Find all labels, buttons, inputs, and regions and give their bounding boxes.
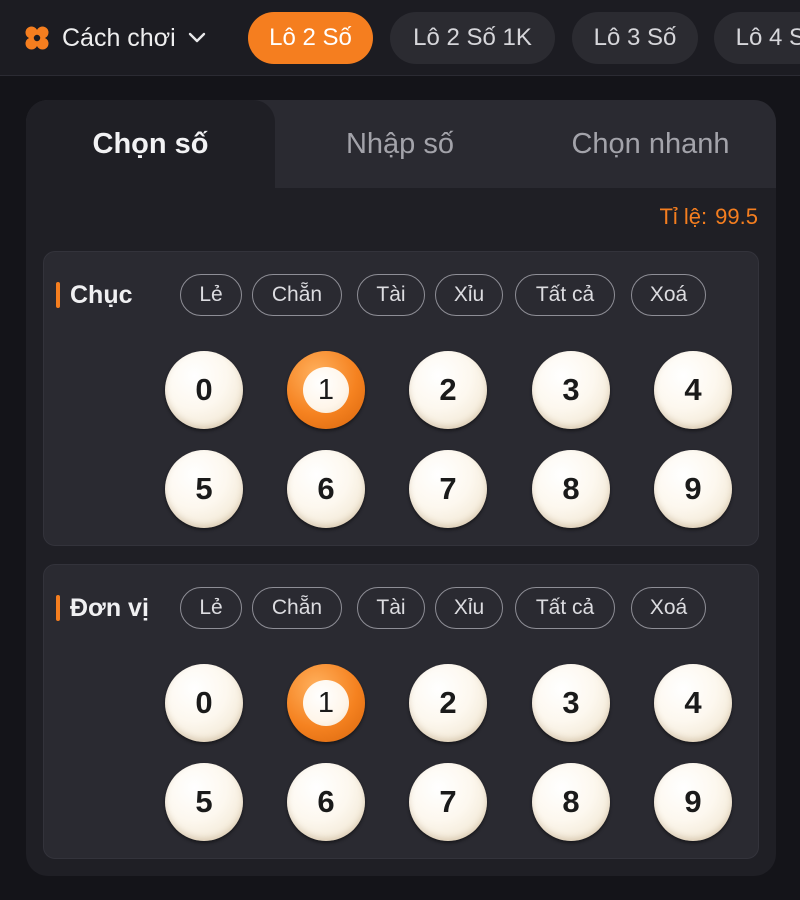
number-ball-0[interactable]: 0 bbox=[165, 664, 243, 742]
ball-number: 1 bbox=[303, 680, 349, 726]
number-ball-7[interactable]: 7 bbox=[409, 450, 487, 528]
top-bar: Cách chơi Lô 2 Số Lô 2 Số 1K Lô 3 Số Lô … bbox=[0, 0, 800, 76]
section-title: Đơn vị bbox=[56, 593, 149, 623]
bet-type-lo-2-so[interactable]: Lô 2 Số bbox=[248, 12, 373, 64]
number-ball-4[interactable]: 4 bbox=[654, 351, 732, 429]
filter-xoa-button[interactable]: Xoá bbox=[631, 587, 706, 629]
input-mode-tabs: Chọn số Nhập số Chọn nhanh bbox=[26, 100, 776, 188]
filter-tat-ca-button[interactable]: Tất cả bbox=[515, 587, 615, 629]
filter-tai-button[interactable]: Tài bbox=[357, 587, 425, 629]
number-ball-6[interactable]: 6 bbox=[287, 763, 365, 841]
odds-value: 99.5 bbox=[715, 204, 758, 229]
ball-number: 1 bbox=[303, 367, 349, 413]
section-title: Chục bbox=[56, 280, 133, 310]
number-ball-9[interactable]: 9 bbox=[654, 450, 732, 528]
tab-chon-nhanh[interactable]: Chọn nhanh bbox=[525, 100, 776, 188]
section-title-text: Chục bbox=[70, 280, 133, 309]
tab-chon-so[interactable]: Chọn số bbox=[26, 100, 275, 188]
number-ball-8[interactable]: 8 bbox=[532, 450, 610, 528]
accent-bar bbox=[56, 595, 60, 621]
number-ball-5[interactable]: 5 bbox=[165, 450, 243, 528]
number-ball-2[interactable]: 2 bbox=[409, 664, 487, 742]
number-picker-card: Chọn số Nhập số Chọn nhanh Tỉ lệ: 99.5 C… bbox=[26, 100, 776, 876]
number-ball-3[interactable]: 3 bbox=[532, 351, 610, 429]
bet-type-lo-2-so-1k[interactable]: Lô 2 Số 1K bbox=[390, 12, 555, 64]
number-ball-7[interactable]: 7 bbox=[409, 763, 487, 841]
number-ball-5[interactable]: 5 bbox=[165, 763, 243, 841]
how-to-play-label: Cách chơi bbox=[62, 23, 176, 52]
filter-chan-button[interactable]: Chẵn bbox=[252, 274, 342, 316]
filter-le-button[interactable]: Lẻ bbox=[180, 587, 242, 629]
number-ball-2[interactable]: 2 bbox=[409, 351, 487, 429]
how-to-play-dropdown[interactable]: Cách chơi bbox=[24, 20, 206, 56]
filter-tat-ca-button[interactable]: Tất cả bbox=[515, 274, 615, 316]
odds-display: Tỉ lệ: 99.5 bbox=[659, 204, 758, 230]
filter-xiu-button[interactable]: Xỉu bbox=[435, 587, 503, 629]
section-chuc: Chục Lẻ Chẵn Tài Xỉu Tất cả Xoá 0 1 2 3 … bbox=[43, 251, 759, 546]
number-ball-4[interactable]: 4 bbox=[654, 664, 732, 742]
number-ball-0[interactable]: 0 bbox=[165, 351, 243, 429]
clover-logo-icon bbox=[25, 26, 49, 50]
number-ball-3[interactable]: 3 bbox=[532, 664, 610, 742]
number-ball-8[interactable]: 8 bbox=[532, 763, 610, 841]
bet-type-lo-3-so[interactable]: Lô 3 Số bbox=[572, 12, 698, 64]
tab-nhap-so[interactable]: Nhập số bbox=[275, 100, 525, 188]
number-ball-1[interactable]: 1 bbox=[287, 351, 365, 429]
bet-type-lo-4-so[interactable]: Lô 4 Số bbox=[714, 12, 800, 64]
filter-chan-button[interactable]: Chẵn bbox=[252, 587, 342, 629]
number-ball-9[interactable]: 9 bbox=[654, 763, 732, 841]
filter-le-button[interactable]: Lẻ bbox=[180, 274, 242, 316]
number-ball-1[interactable]: 1 bbox=[287, 664, 365, 742]
filter-tai-button[interactable]: Tài bbox=[357, 274, 425, 316]
section-title-text: Đơn vị bbox=[70, 593, 149, 622]
chevron-down-icon bbox=[188, 32, 205, 43]
accent-bar bbox=[56, 282, 60, 308]
section-don-vi: Đơn vị Lẻ Chẵn Tài Xỉu Tất cả Xoá 0 1 2 … bbox=[43, 564, 759, 859]
filter-xoa-button[interactable]: Xoá bbox=[631, 274, 706, 316]
odds-label: Tỉ lệ: bbox=[659, 204, 708, 229]
filter-xiu-button[interactable]: Xỉu bbox=[435, 274, 503, 316]
number-ball-6[interactable]: 6 bbox=[287, 450, 365, 528]
